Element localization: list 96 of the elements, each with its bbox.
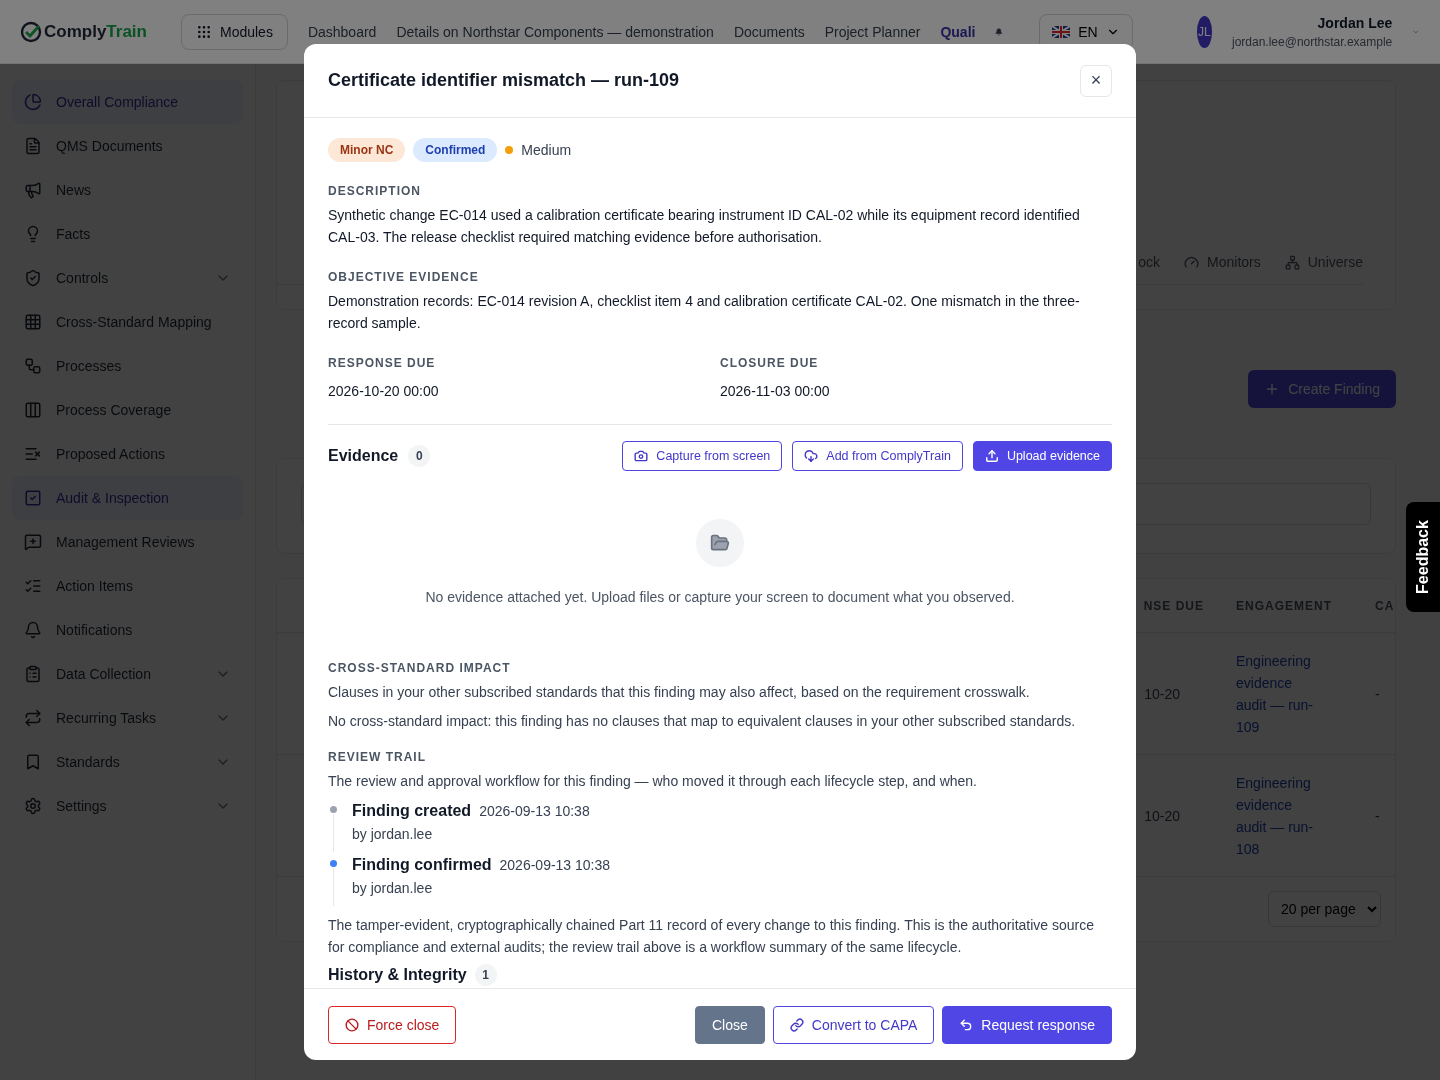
event-time: 2026-09-13 10:38 — [499, 857, 611, 873]
tag: Confirmed — [413, 138, 498, 162]
event-author: by jordan.lee — [352, 880, 434, 896]
close-button[interactable]: × — [1080, 64, 1112, 97]
severity-label: Medium — [521, 142, 572, 158]
sidebar-item[interactable]: Recurring Tasks — [12, 696, 243, 740]
nav-link[interactable]: Project Planner — [824, 23, 921, 40]
sidebar-item[interactable]: Process Coverage — [12, 388, 243, 432]
repeat-icon — [24, 709, 42, 727]
integrity-note: The tamper-evident, cryptographically chained Part 11 record of every change to this finding. This is the authoritative source for compliance and external audits; the review trail above is a workflow summary of the same lifecycle. — [328, 916, 1095, 957]
cloud-icon — [804, 449, 819, 463]
footer-button[interactable]: Convert to CAPA — [772, 1005, 935, 1044]
sidebar-item[interactable]: News — [12, 168, 243, 212]
section-text: Clauses in your other subscribed standards that this finding may also affect, based on the requirement crosswalk. — [328, 683, 1031, 702]
sidebar-item[interactable]: Processes — [12, 344, 243, 388]
network-icon — [1284, 254, 1300, 270]
section-label: REVIEW TRAIL — [328, 750, 427, 764]
event-title: Finding confirmed — [352, 856, 492, 874]
check-icon — [20, 20, 42, 43]
date-value: 2026-11-03 00:00 — [720, 382, 831, 401]
nav-link[interactable]: Details on Northstar Components — demonstration — [396, 23, 714, 40]
table-cell-text: - — [1375, 685, 1381, 702]
hierarchy-icon — [24, 357, 42, 375]
sidebar-item[interactable]: Controls — [12, 256, 243, 300]
evidence-button[interactable]: Upload evidence — [972, 441, 1112, 471]
reply-icon — [959, 1017, 974, 1032]
date-label: CLOSURE DUE — [720, 356, 820, 370]
per-page-select[interactable]: 20 per page — [1268, 891, 1381, 927]
count-badge: 1 — [474, 964, 497, 986]
logo[interactable]: ComplyTrain — [20, 20, 147, 43]
clipboard-icon — [24, 665, 42, 683]
grid-icon — [24, 313, 42, 331]
event-time: 2026-09-13 10:38 — [479, 803, 590, 819]
sidebar-item[interactable]: Management Reviews — [12, 520, 243, 564]
description-text: Synthetic change EC-014 used a calibration certificate bearing instrument ID CAL-02 while its equipment record identified CAL-03. The release checklist required matching evidence before authorisation. — [328, 206, 1081, 247]
bell-icon — [24, 621, 42, 639]
nav-link[interactable]: Quali — [940, 23, 976, 40]
section-text: The review and approval workflow for this finding — who moved it through each lifecycle step, and when. — [328, 772, 978, 791]
section-label: DESCRIPTION — [328, 184, 422, 198]
section-label: OBJECTIVE EVIDENCE — [328, 270, 480, 284]
empty-message: No evidence attached yet. Upload files or capture your screen to document what you observed. — [425, 589, 1015, 605]
checklist-icon — [24, 489, 42, 507]
section-label: CROSS-STANDARD IMPACT — [328, 661, 512, 675]
date-label: RESPONSE DUE — [328, 356, 437, 370]
evidence-title: Evidence — [328, 447, 399, 465]
history-title: History & Integrity — [328, 966, 467, 984]
link-icon — [789, 1017, 804, 1032]
sidebar-item[interactable]: Action Items — [12, 564, 243, 608]
checklist-icon — [24, 577, 42, 595]
sidebar-item[interactable]: Data Collection — [12, 652, 243, 696]
evidence-text: Demonstration records: EC-014 revision A, checklist item 4 and calibration certificate CAL-02. One mismatch in the three-record sample. — [328, 292, 1081, 333]
modules-button[interactable]: Modules — [180, 13, 288, 50]
avatar[interactable]: JL — [1196, 15, 1212, 48]
pie-chart-icon — [24, 93, 42, 111]
evidence-button[interactable]: Add from ComplyTrain — [792, 441, 963, 471]
sidebar-item[interactable]: Facts — [12, 212, 243, 256]
sidebar-item[interactable]: Proposed Actions — [12, 432, 243, 476]
date-value: 2026-10-20 00:00 — [328, 382, 440, 401]
footer-button[interactable]: Request response — [942, 1005, 1112, 1044]
user-name: Jordan Lee — [1317, 14, 1393, 31]
grid-icon — [195, 23, 212, 40]
engagement-link[interactable]: Engineering evidence audit — run-108 — [1236, 771, 1326, 860]
section-text: No cross-standard impact: this finding has no clauses that map to equivalent clauses in your other subscribed standards. — [328, 712, 1077, 731]
evidence-button[interactable]: Capture from screen — [622, 441, 783, 471]
user-email: jordan.lee@northstar.example — [1232, 34, 1393, 49]
message-icon — [24, 533, 42, 551]
nav-link[interactable]: Documents — [733, 23, 805, 40]
event-author: by jordan.lee — [352, 826, 434, 842]
list-icon — [24, 445, 42, 463]
count-badge: 0 — [408, 445, 431, 467]
feedback-tab[interactable]: Feedback — [1406, 502, 1440, 612]
engagement-link[interactable]: Engineering evidence audit — run-109 — [1236, 649, 1326, 738]
bookmark-icon — [24, 753, 42, 771]
tag: Minor NC — [328, 138, 406, 162]
nav-link[interactable]: Dashboard — [307, 23, 377, 40]
sidebar-item[interactable]: Settings — [12, 784, 243, 828]
footer-button[interactable]: Close — [695, 1005, 765, 1044]
sidebar-item[interactable]: Notifications — [12, 608, 243, 652]
columns-icon — [24, 401, 42, 419]
ban-icon — [345, 1017, 359, 1032]
shield-icon — [24, 269, 42, 287]
settings-icon — [24, 797, 42, 815]
document-icon — [24, 137, 42, 155]
sidebar-item[interactable]: Standards — [12, 740, 243, 784]
dialog-title: Certificate identifier mismatch — run-109 — [328, 70, 680, 91]
footer-button[interactable]: Force close — [328, 1005, 457, 1044]
megaphone-icon — [24, 181, 42, 199]
sidebar-item[interactable]: Cross-Standard Mapping — [12, 300, 243, 344]
table-cell-text: - — [1375, 807, 1381, 824]
sidebar-item[interactable]: QMS Documents — [12, 124, 243, 168]
folder-icon — [696, 519, 744, 567]
upload-icon — [984, 449, 999, 463]
event-title: Finding created — [352, 802, 472, 820]
flag-icon — [1052, 25, 1071, 38]
gauge-icon — [1184, 254, 1200, 270]
camera-icon — [634, 449, 649, 463]
